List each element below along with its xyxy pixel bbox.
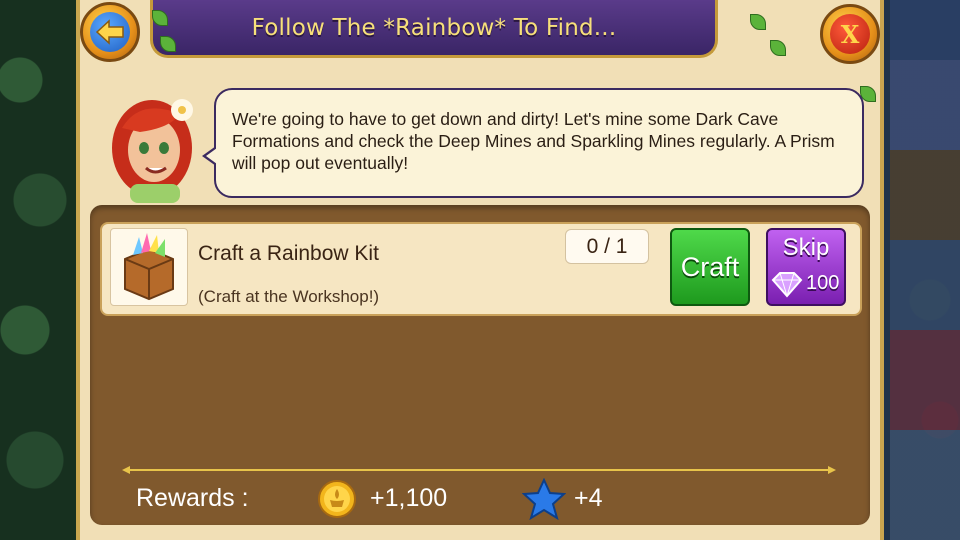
dialog-title: Follow The *Rainbow* To Find... bbox=[251, 14, 617, 41]
coin-icon bbox=[318, 480, 356, 518]
skip-label: Skip bbox=[782, 234, 830, 261]
task-title: Craft a Rainbow Kit bbox=[198, 242, 379, 265]
rewards-label: Rewards : bbox=[136, 484, 249, 512]
npc-message: We're going to have to get down and dirt… bbox=[232, 109, 835, 173]
rainbow-kit-crate-icon bbox=[110, 228, 188, 306]
craft-button[interactable]: Craft bbox=[670, 228, 750, 306]
close-button[interactable]: X bbox=[820, 4, 880, 64]
speech-bubble: We're going to have to get down and dirt… bbox=[202, 88, 864, 198]
skip-button[interactable]: Skip 100 bbox=[766, 228, 846, 306]
back-arrow-icon bbox=[90, 12, 130, 52]
rewards-divider bbox=[122, 466, 836, 474]
reward-coins: +1,100 bbox=[370, 484, 448, 512]
title-bar: Follow The *Rainbow* To Find... bbox=[150, 0, 718, 58]
task-progress: 0 / 1 bbox=[565, 229, 649, 264]
background-building bbox=[890, 0, 960, 540]
star-icon bbox=[522, 478, 566, 520]
npc-avatar bbox=[100, 88, 210, 203]
reward-xp: +4 bbox=[574, 484, 603, 512]
gem-icon bbox=[771, 272, 803, 298]
back-button[interactable] bbox=[80, 2, 140, 62]
close-x-icon: X bbox=[830, 14, 870, 54]
task-subtitle: (Craft at the Workshop!) bbox=[198, 287, 380, 306]
skip-cost: 100 bbox=[806, 272, 840, 294]
